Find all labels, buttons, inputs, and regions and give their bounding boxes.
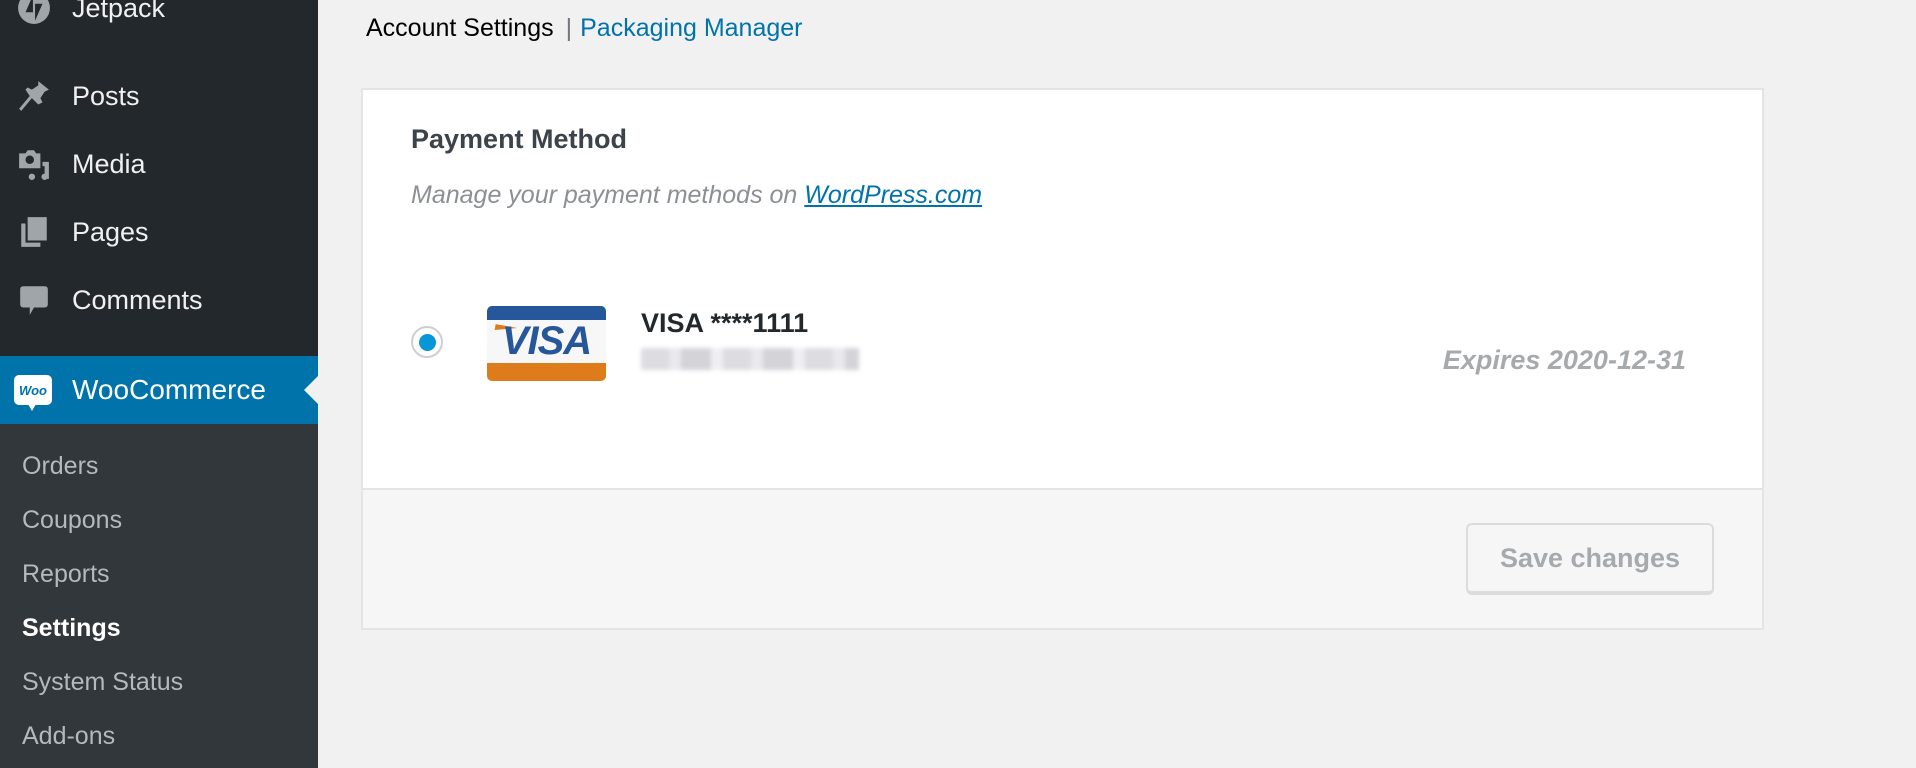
admin-sidebar: Jetpack Posts Media Pages Comments Woo W… [0,0,318,768]
submenu-item-add-ons[interactable]: Add-ons [22,722,115,751]
visa-logo-text: VISA [501,319,592,363]
payment-method-card: Payment Method Manage your payment metho… [361,88,1764,630]
sidebar-item-pages[interactable]: Pages [0,204,318,260]
tab-separator: | [565,14,573,42]
card-expiry: Expires 2020-12-31 [1442,345,1686,375]
sidebar-item-label: Comments [72,284,203,315]
sidebar-item-label: Pages [72,216,149,247]
sidebar-item-label: Posts [72,80,140,111]
current-menu-arrow [304,376,318,404]
pages-icon [16,214,52,250]
visa-card-icon: VISA [487,306,606,381]
card-holder-redacted [641,348,859,370]
card-footer: Save changes [363,488,1762,628]
save-changes-button[interactable]: Save changes [1466,523,1714,595]
card-number: VISA ****1111 [641,308,809,338]
woocommerce-icon: Woo [14,375,52,411]
card-title: Payment Method [411,124,628,154]
sidebar-item-woocommerce[interactable]: Woo WooCommerce [0,356,318,424]
jetpack-icon [16,0,52,26]
sidebar-item-label: Jetpack [72,0,166,23]
sidebar-item-comments[interactable]: Comments [0,272,318,328]
comment-icon [16,282,52,318]
wordpress-com-link[interactable]: WordPress.com [804,181,982,209]
card-description: Manage your payment methods on WordPress… [411,181,982,210]
payment-method-radio[interactable] [411,326,443,358]
sidebar-item-label: Media [72,148,146,179]
description-text: Manage your payment methods on [411,181,798,209]
pushpin-icon [16,78,52,114]
submenu-item-orders[interactable]: Orders [22,452,98,481]
sidebar-item-jetpack[interactable]: Jetpack [0,0,318,36]
settings-subnav: Account Settings | Packaging Manager [366,14,803,43]
sidebar-item-posts[interactable]: Posts [0,68,318,124]
tab-account-settings[interactable]: Account Settings [366,14,554,43]
woocommerce-submenu: Orders Coupons Reports Settings System S… [0,424,318,768]
tab-packaging-manager[interactable]: Packaging Manager [580,14,802,43]
radio-selected-dot [418,333,436,351]
submenu-item-coupons[interactable]: Coupons [22,506,122,535]
submenu-item-system-status[interactable]: System Status [22,668,183,697]
sidebar-item-media[interactable]: Media [0,136,318,192]
sidebar-item-label: WooCommerce [72,374,266,405]
media-icon [16,146,52,182]
submenu-item-reports[interactable]: Reports [22,560,110,589]
submenu-item-settings[interactable]: Settings [22,614,121,643]
